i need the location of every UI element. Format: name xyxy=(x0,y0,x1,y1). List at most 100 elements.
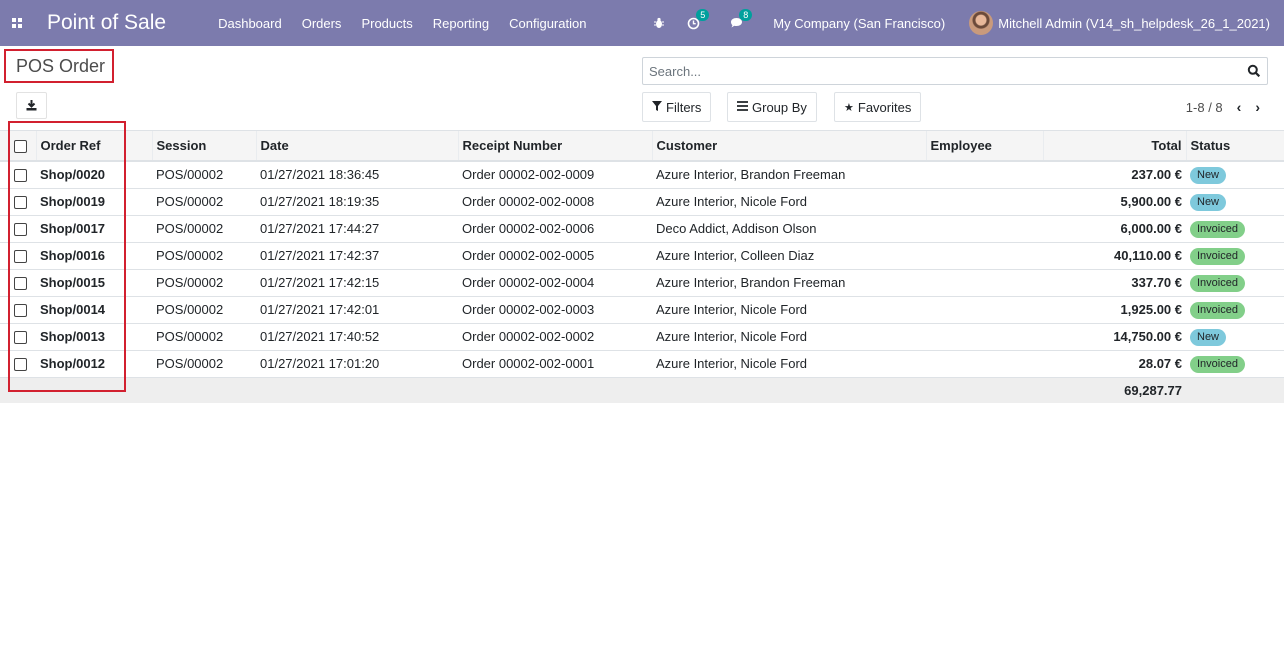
select-all-cell[interactable] xyxy=(0,131,37,162)
order-date: 01/27/2021 18:19:35 xyxy=(256,188,458,216)
menu-products[interactable]: Products xyxy=(361,16,412,31)
menu-orders[interactable]: Orders xyxy=(302,16,342,31)
bug-icon[interactable] xyxy=(653,17,665,29)
column-receipt-number[interactable]: Receipt Number xyxy=(458,131,653,162)
employee xyxy=(926,242,1043,270)
activity-clock-icon[interactable]: 5 xyxy=(687,8,710,30)
row-checkbox[interactable] xyxy=(14,196,27,210)
group-by-button[interactable]: Group By xyxy=(727,92,817,122)
row-checkbox[interactable] xyxy=(14,304,27,318)
column-total[interactable]: Total xyxy=(1043,131,1187,162)
order-ref: Shop/0019 xyxy=(36,188,152,216)
status-badge: Invoiced xyxy=(1190,355,1245,373)
chevron-left-icon[interactable]: ‹ xyxy=(1237,99,1242,115)
session: POS/00002 xyxy=(152,188,256,216)
receipt-number: Order 00002-002-0001 xyxy=(458,350,652,378)
favorites-button[interactable]: ★ Favorites xyxy=(834,92,922,122)
table-row[interactable]: Shop/0013 POS/00002 01/27/2021 17:40:52 Ord… xyxy=(0,323,1284,351)
row-checkbox[interactable] xyxy=(14,169,27,183)
order-total: 1,925.00 € xyxy=(1043,296,1186,324)
receipt-number: Order 00002-002-0004 xyxy=(458,269,652,297)
activity-count-badge: 5 xyxy=(696,8,710,21)
row-select-cell[interactable] xyxy=(0,350,36,378)
chevron-right-icon[interactable]: › xyxy=(1255,99,1260,115)
status-cell: Invoiced xyxy=(1186,269,1284,297)
table-row[interactable]: Shop/0012 POS/00002 01/27/2021 17:01:20 Ord… xyxy=(0,350,1284,378)
favorites-label: Favorites xyxy=(857,99,912,115)
main-menu: Dashboard Orders Products Reporting Conf… xyxy=(218,16,606,31)
row-select-cell[interactable] xyxy=(0,269,36,297)
row-checkbox[interactable] xyxy=(14,331,27,345)
session: POS/00002 xyxy=(152,296,256,324)
status-cell: New xyxy=(1186,161,1284,189)
order-total: 14,750.00 € xyxy=(1043,323,1186,351)
row-checkbox[interactable] xyxy=(14,223,27,237)
menu-reporting[interactable]: Reporting xyxy=(433,16,489,31)
column-status[interactable]: Status xyxy=(1186,131,1284,162)
table-header-row: Order Ref Session Date Receipt Number Cu… xyxy=(0,131,1284,162)
employee xyxy=(926,188,1043,216)
menu-dashboard[interactable]: Dashboard xyxy=(218,16,282,31)
employee xyxy=(926,269,1043,297)
table-row[interactable]: Shop/0017 POS/00002 01/27/2021 17:44:27 Ord… xyxy=(0,215,1284,243)
column-order-ref[interactable]: Order Ref xyxy=(36,131,153,162)
status-cell: Invoiced xyxy=(1186,215,1284,243)
row-select-cell[interactable] xyxy=(0,323,36,351)
table-row[interactable]: Shop/0014 POS/00002 01/27/2021 17:42:01 Ord… xyxy=(0,296,1284,324)
session: POS/00002 xyxy=(152,161,256,189)
customer: Azure Interior, Nicole Ford xyxy=(652,188,926,216)
order-total: 337.70 € xyxy=(1043,269,1186,297)
table-row[interactable]: Shop/0020 POS/00002 01/27/2021 18:36:45 Ord… xyxy=(0,161,1284,189)
order-date: 01/27/2021 17:40:52 xyxy=(256,323,458,351)
search-bar[interactable] xyxy=(642,57,1268,85)
employee xyxy=(926,296,1043,324)
receipt-number: Order 00002-002-0008 xyxy=(458,188,652,216)
select-all-checkbox[interactable] xyxy=(14,140,27,154)
customer: Azure Interior, Nicole Ford xyxy=(652,323,926,351)
row-checkbox[interactable] xyxy=(14,277,27,291)
apps-menu-icon[interactable] xyxy=(0,0,34,46)
order-date: 01/27/2021 17:01:20 xyxy=(256,350,458,378)
row-checkbox[interactable] xyxy=(14,250,27,264)
order-ref: Shop/0016 xyxy=(36,242,152,270)
column-customer[interactable]: Customer xyxy=(652,131,927,162)
search-input[interactable] xyxy=(649,63,1247,79)
app-title[interactable]: Point of Sale xyxy=(47,11,166,35)
row-select-cell[interactable] xyxy=(0,215,36,243)
customer: Azure Interior, Brandon Freeman xyxy=(652,269,926,297)
session: POS/00002 xyxy=(152,215,256,243)
table-row[interactable]: Shop/0019 POS/00002 01/27/2021 18:19:35 Ord… xyxy=(0,188,1284,216)
download-icon xyxy=(26,100,37,111)
row-checkbox[interactable] xyxy=(14,358,27,372)
employee xyxy=(926,215,1043,243)
order-ref: Shop/0017 xyxy=(36,215,152,243)
search-icon[interactable] xyxy=(1247,64,1261,78)
user-menu[interactable]: Mitchell Admin (V14_sh_helpdesk_26_1_202… xyxy=(998,16,1270,31)
menu-configuration[interactable]: Configuration xyxy=(509,16,586,31)
session: POS/00002 xyxy=(152,242,256,270)
page-title: POS Order xyxy=(4,49,114,83)
table-row[interactable]: Shop/0016 POS/00002 01/27/2021 17:42:37 Ord… xyxy=(0,242,1284,270)
pager-value[interactable]: 1-8 / 8 xyxy=(1186,100,1223,115)
filters-button[interactable]: Filters xyxy=(642,92,712,122)
receipt-number: Order 00002-002-0009 xyxy=(458,161,652,189)
control-panel: POS Order Filters Group By ★ Favorites 1… xyxy=(0,46,1284,131)
table-row[interactable]: Shop/0015 POS/00002 01/27/2021 17:42:15 Ord… xyxy=(0,269,1284,297)
company-switcher[interactable]: My Company (San Francisco) xyxy=(773,16,945,31)
column-session[interactable]: Session xyxy=(152,131,257,162)
column-employee[interactable]: Employee xyxy=(926,131,1044,162)
row-select-cell[interactable] xyxy=(0,296,36,324)
order-ref: Shop/0012 xyxy=(36,350,152,378)
messages-icon[interactable]: 8 xyxy=(730,9,753,29)
pager: 1-8 / 8 ‹ › xyxy=(1186,99,1260,115)
export-button[interactable] xyxy=(16,92,47,119)
user-avatar[interactable] xyxy=(969,11,994,35)
sum-total: 69,287.77 xyxy=(1043,377,1186,403)
column-date[interactable]: Date xyxy=(256,131,459,162)
row-select-cell[interactable] xyxy=(0,188,36,216)
row-select-cell[interactable] xyxy=(0,161,36,189)
status-badge: New xyxy=(1190,193,1227,211)
row-select-cell[interactable] xyxy=(0,242,36,270)
order-total: 6,000.00 € xyxy=(1043,215,1186,243)
filter-icon xyxy=(652,100,662,114)
